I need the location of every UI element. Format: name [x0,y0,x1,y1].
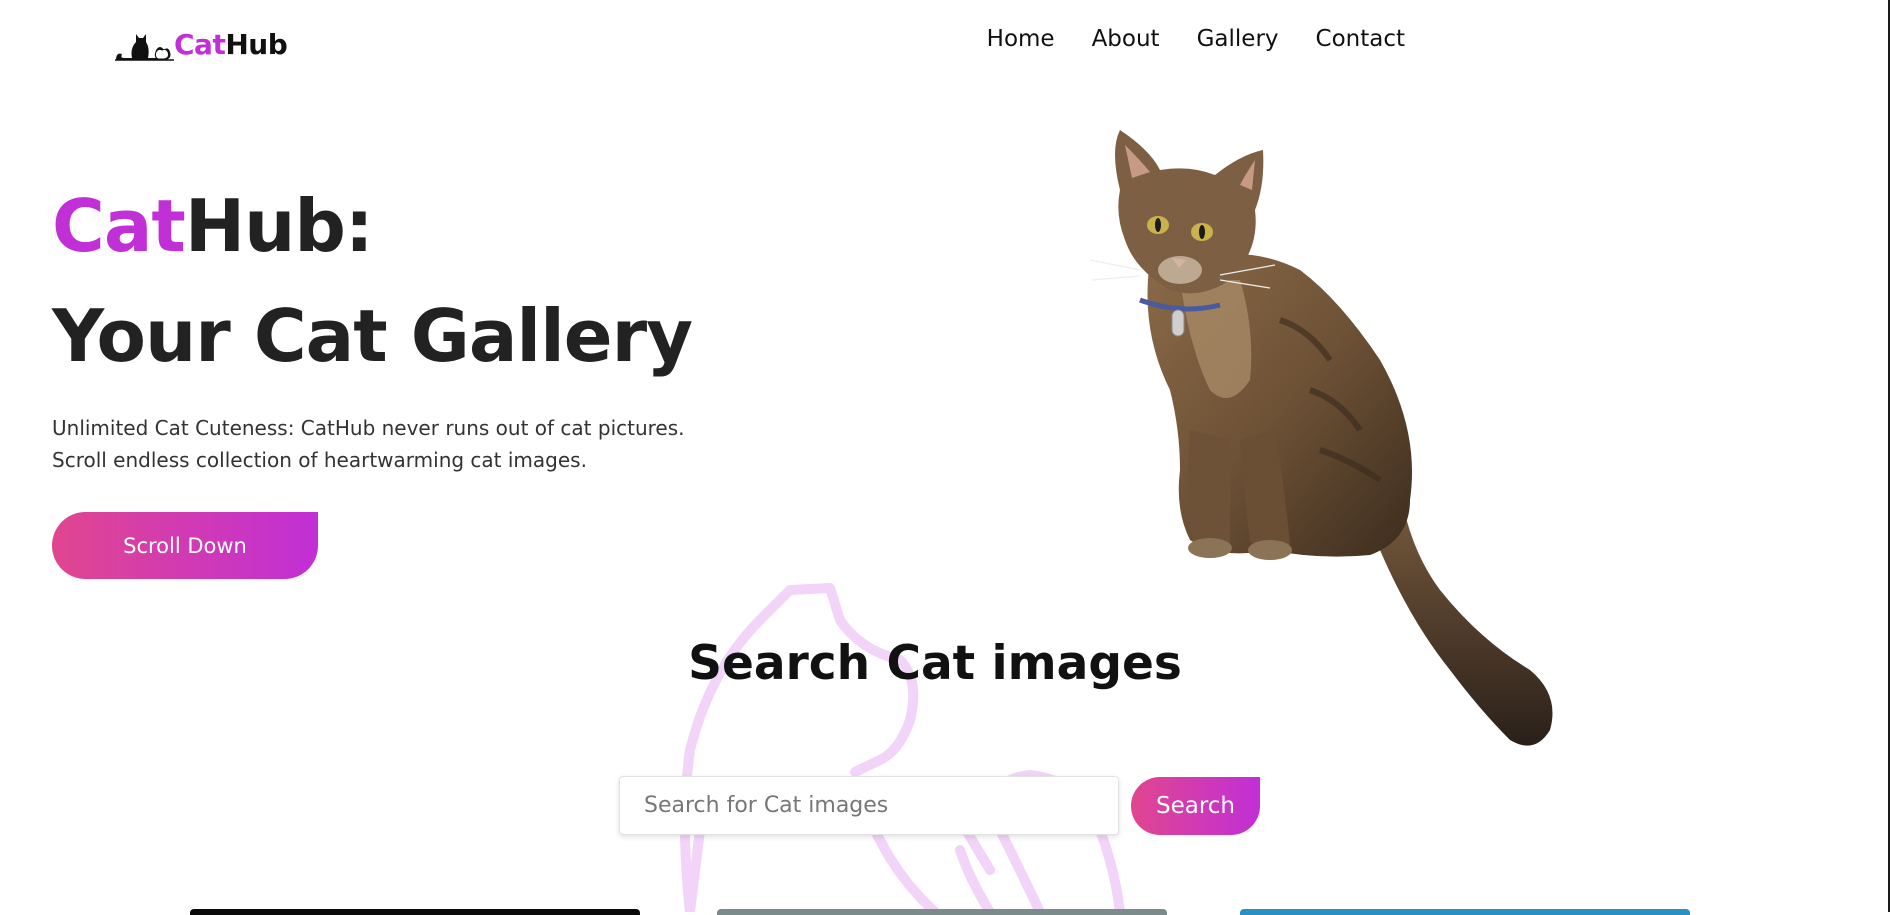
gallery-card[interactable] [1240,909,1690,915]
logo-text: CatHub [174,27,288,61]
search-button[interactable]: Search [1131,777,1260,835]
nav-home[interactable]: Home [987,26,1055,52]
search-input[interactable] [619,776,1119,835]
logo-text-cat: Cat [174,27,226,61]
gallery-card[interactable] [717,909,1167,915]
logo-text-hub: Hub [225,27,288,61]
hero-description-line-1: Unlimited Cat Cuteness: CatHub never run… [52,416,685,440]
page: CatHub Home About Gallery Contact CatHub… [0,0,1890,915]
hero-title: CatHub: [52,190,374,262]
cat-silhouette-icon [115,34,174,61]
hero-description-line-2: Scroll endless collection of heartwarmin… [52,448,587,472]
nav-contact[interactable]: Contact [1316,26,1405,52]
gallery-card[interactable] [190,909,640,915]
main-nav: Home About Gallery Contact [987,26,1405,52]
hero-description: Unlimited Cat Cuteness: CatHub never run… [52,412,772,476]
hero-subtitle: Your Cat Gallery [52,294,693,378]
scroll-down-button[interactable]: Scroll Down [52,512,318,579]
nav-gallery[interactable]: Gallery [1197,26,1279,52]
logo[interactable]: CatHub [114,26,288,62]
hero-title-rest: Hub: [184,184,374,268]
nav-about[interactable]: About [1092,26,1160,52]
hero-title-accent: Cat [52,184,186,268]
search-heading: Search Cat images [688,636,1182,691]
